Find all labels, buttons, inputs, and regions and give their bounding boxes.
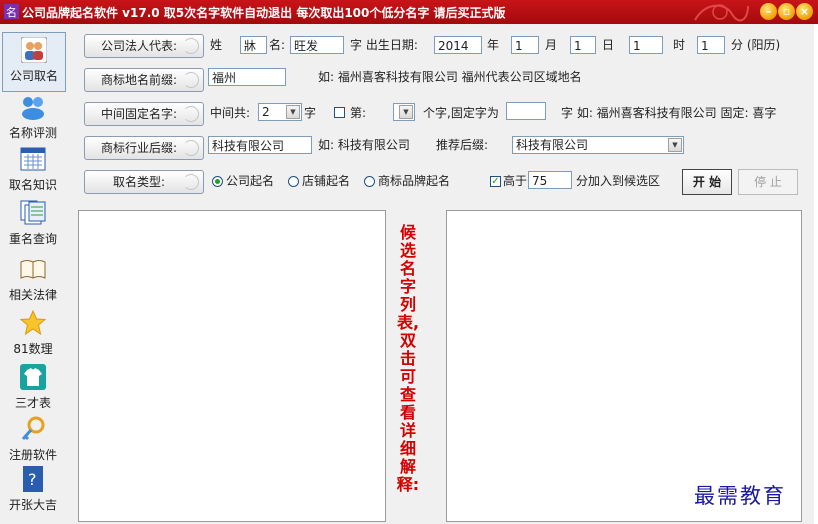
app-logo-icon: 名 bbox=[4, 4, 19, 19]
title-bar[interactable]: 名 公司品牌起名软件 v17.0 取5次名字软件自动退出 每次取出100个低分名… bbox=[0, 0, 818, 24]
start-button[interactable]: 开 始 bbox=[682, 169, 732, 195]
middle-fixed-button[interactable]: 中间固定名字: bbox=[84, 102, 204, 126]
sidebar-item-duplicate-check[interactable]: 重名查询 bbox=[2, 196, 64, 254]
given-name-field[interactable]: 旺发 bbox=[290, 36, 344, 54]
stop-button[interactable]: 停 止 bbox=[738, 169, 798, 195]
surname-field[interactable]: 牀 bbox=[240, 36, 267, 54]
fixed-char-label: 个字,固定字为 bbox=[423, 106, 499, 120]
documents-icon bbox=[20, 200, 46, 225]
recommend-suffix-label: 推荐后缀: bbox=[436, 138, 489, 152]
place-prefix-hint: 如: 福州喜客科技有限公司 福州代表公司区域地名 bbox=[318, 70, 582, 84]
fixed-char-field[interactable] bbox=[506, 102, 546, 120]
sidebar-item-81-numerology[interactable]: 81数理 bbox=[2, 306, 64, 364]
chevron-down-icon: ▼ bbox=[399, 105, 413, 119]
middle-total-select[interactable]: 2 ▼ bbox=[258, 103, 302, 121]
score-threshold-checkbox[interactable]: ✓ bbox=[490, 176, 501, 187]
surname-label: 姓 bbox=[210, 38, 223, 52]
candidate-list-right[interactable] bbox=[446, 210, 802, 522]
candidate-list-left[interactable] bbox=[78, 210, 386, 522]
radio-company-naming-label: 公司起名 bbox=[226, 174, 275, 188]
close-button[interactable]: × bbox=[796, 3, 813, 20]
recommend-suffix-select[interactable]: 科技有限公司 ▼ bbox=[512, 136, 684, 154]
watermark-text: 最需教育 bbox=[694, 484, 786, 508]
users-icon bbox=[22, 97, 44, 120]
birth-year-field[interactable]: 2014 bbox=[434, 36, 482, 54]
radio-brand-naming[interactable] bbox=[364, 176, 375, 187]
place-prefix-button[interactable]: 商标地名前缀: bbox=[84, 68, 204, 92]
sidebar-item-company-naming[interactable]: 公司取名 bbox=[2, 32, 66, 92]
radio-company-naming[interactable] bbox=[212, 176, 223, 187]
radio-shop-naming[interactable] bbox=[288, 176, 299, 187]
star-icon bbox=[20, 310, 46, 336]
minimize-button[interactable]: – bbox=[760, 3, 777, 20]
swirl-icon bbox=[183, 174, 199, 190]
candidate-list-caption: 候选名字列表,双击可查看详细解释: bbox=[396, 223, 420, 494]
swirl-icon bbox=[183, 106, 199, 122]
maximize-button[interactable]: ▫ bbox=[778, 3, 795, 20]
shirt-icon bbox=[20, 364, 46, 390]
month-unit-label: 月 bbox=[545, 38, 558, 52]
middle-char-label: 字 bbox=[304, 106, 317, 120]
birth-date-label: 字 出生日期: bbox=[350, 38, 418, 52]
sidebar-item-related-law[interactable]: 相关法律 bbox=[2, 252, 64, 310]
help-icon: ? bbox=[23, 466, 43, 492]
birth-minute-field[interactable]: 1 bbox=[697, 36, 725, 54]
score-threshold-label: 高于 bbox=[503, 174, 528, 188]
book-icon bbox=[20, 260, 46, 279]
swirl-icon bbox=[183, 72, 199, 88]
year-unit-label: 年 bbox=[487, 38, 500, 52]
given-name-label: 名: bbox=[269, 38, 286, 52]
swirl-icon bbox=[183, 38, 199, 54]
sidebar-item-sancai-table[interactable]: 三才表 bbox=[2, 360, 64, 418]
industry-suffix-hint: 如: 科技有限公司 bbox=[318, 138, 410, 152]
sidebar-item-grand-opening[interactable]: ? 开张大吉 bbox=[2, 462, 64, 520]
birth-hour-field[interactable]: 1 bbox=[629, 36, 663, 54]
calendar-icon bbox=[20, 147, 46, 171]
svg-text:名: 名 bbox=[6, 5, 17, 19]
sidebar-item-name-evaluation[interactable]: 名称评测 bbox=[2, 90, 64, 148]
day-unit-label: 日 bbox=[602, 38, 615, 52]
chevron-down-icon: ▼ bbox=[286, 105, 300, 119]
place-prefix-field[interactable]: 福州 bbox=[208, 68, 286, 86]
birth-month-field[interactable]: 1 bbox=[511, 36, 539, 54]
fixed-position-checkbox[interactable] bbox=[334, 107, 345, 118]
window-title: 公司品牌起名软件 v17.0 取5次名字软件自动退出 每次取出100个低分名字 … bbox=[22, 6, 506, 20]
radio-shop-naming-label: 店铺起名 bbox=[302, 174, 351, 188]
score-threshold-field[interactable]: 75 bbox=[528, 171, 572, 189]
score-threshold-suffix: 分加入到候选区 bbox=[576, 174, 661, 188]
chevron-down-icon: ▼ bbox=[668, 138, 682, 152]
fixed-position-label: 第: bbox=[350, 106, 367, 120]
industry-suffix-button[interactable]: 商标行业后缀: bbox=[84, 136, 204, 160]
people-icon bbox=[21, 37, 47, 63]
middle-total-label: 中间共: bbox=[210, 106, 251, 120]
fixed-position-select[interactable]: ▼ bbox=[393, 103, 415, 121]
svg-text:?: ? bbox=[28, 470, 37, 489]
sidebar-item-naming-knowledge[interactable]: 取名知识 bbox=[2, 142, 64, 200]
radio-brand-naming-label: 商标品牌起名 bbox=[378, 174, 451, 188]
swirl-icon bbox=[183, 140, 199, 156]
legal-rep-button[interactable]: 公司法人代表: bbox=[84, 34, 204, 58]
industry-suffix-field[interactable]: 科技有限公司 bbox=[208, 136, 312, 154]
birth-day-field[interactable]: 1 bbox=[570, 36, 596, 54]
title-ornament-icon bbox=[694, 4, 749, 22]
key-icon bbox=[21, 416, 45, 441]
window-edge bbox=[814, 24, 818, 524]
middle-fixed-hint: 字 如: 福州喜客科技有限公司 固定: 喜字 bbox=[561, 106, 777, 120]
naming-type-button[interactable]: 取名类型: bbox=[84, 170, 204, 194]
minute-unit-label: 分 (阳历) bbox=[731, 38, 781, 52]
sidebar: 公司取名 名称评测 取名知识 重名查询 相关法律 81数理 三才表 注册软件 ?… bbox=[0, 24, 66, 524]
hour-unit-label: 时 bbox=[673, 38, 686, 52]
